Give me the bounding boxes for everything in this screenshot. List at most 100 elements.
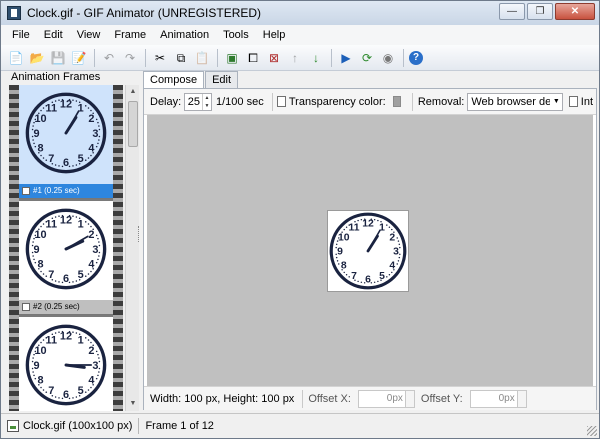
minute-tick — [399, 253, 401, 256]
minute-tick — [95, 145, 98, 148]
scroll-up-arrow[interactable]: ▲ — [126, 85, 140, 99]
hour-numeral: 10 — [34, 113, 46, 125]
hour-numeral: 5 — [379, 271, 385, 282]
status-frame: Frame 1 of 12 — [145, 420, 214, 432]
spin-arrows-icon[interactable]: ▲ ▼ — [202, 93, 211, 110]
minimize-button[interactable]: — — [499, 3, 525, 20]
minute-tick — [90, 386, 92, 389]
offset-x-stepper[interactable] — [405, 389, 415, 408]
delete-frame-icon[interactable]: ⊠ — [265, 49, 283, 67]
toolbar-separator — [145, 48, 146, 67]
undo-icon[interactable]: ↶ — [100, 49, 118, 67]
menu-file[interactable]: File — [5, 29, 37, 41]
minute-tick — [399, 246, 401, 249]
status-separator — [138, 418, 140, 434]
close-button[interactable]: ✕ — [555, 3, 595, 20]
minute-tick — [34, 377, 37, 380]
paste-icon[interactable]: 📋 — [193, 49, 211, 67]
minute-tick — [98, 135, 101, 138]
add-frame-icon[interactable]: ▣ — [223, 49, 241, 67]
offset-x-input[interactable]: 0px — [357, 389, 406, 408]
minute-tick — [84, 159, 87, 161]
removal-dropdown[interactable]: Web browser de ▼ — [467, 92, 564, 111]
settings-icon[interactable]: ◉ — [379, 49, 397, 67]
frame-list[interactable]: 1 2 3 4 5 6 7 8 9 10 11 12 #1 (0.25 sec) 1 2 3 4 5 6 7 8 9 10 1… — [9, 85, 123, 411]
menu-help[interactable]: Help — [256, 29, 293, 41]
removal-value: Web browser de — [471, 95, 551, 108]
tab-compose[interactable]: Compose — [143, 71, 205, 89]
loop-icon[interactable]: ⟳ — [358, 49, 376, 67]
duplicate-frame-icon[interactable]: ⧠ — [244, 49, 262, 67]
minute-tick — [40, 109, 42, 112]
minute-tick — [32, 125, 34, 127]
panel-splitter[interactable] — [138, 226, 141, 242]
frame-list-scrollbar[interactable]: ▲ ▼ — [125, 85, 139, 411]
tab-edit[interactable]: Edit — [205, 71, 239, 88]
move-up-icon[interactable]: ↑ — [286, 49, 304, 67]
delay-stepper[interactable]: 25 ▲ ▼ — [184, 92, 212, 111]
new-file-icon[interactable]: 📄 — [7, 49, 25, 67]
minute-tick — [377, 219, 379, 222]
minute-tick — [45, 159, 48, 161]
toolbar-separator — [217, 48, 218, 67]
minute-tick — [72, 215, 74, 217]
frame-clock-image: 1234567891011 12 — [25, 208, 107, 290]
frame-checkbox[interactable] — [22, 303, 30, 311]
frame-thumbnail[interactable]: 1 2 3 4 5 6 7 8 9 10 11 12 #2 (0.25 sec) — [19, 201, 113, 315]
properties-icon[interactable]: 📝 — [70, 49, 88, 67]
hour-numeral: 3 — [92, 128, 98, 140]
minute-tick — [95, 234, 98, 237]
menu-view[interactable]: View — [70, 29, 108, 41]
menu-edit[interactable]: Edit — [37, 29, 70, 41]
hour-numeral: 5 — [78, 153, 84, 165]
interlace-checkbox[interactable] — [569, 96, 578, 107]
open-file-icon[interactable]: 📂 — [28, 49, 46, 67]
minute-tick — [98, 244, 101, 247]
transparency-color-swatch[interactable] — [392, 96, 402, 107]
hour-numeral: 1 — [78, 218, 84, 230]
title-bar[interactable]: Clock.gif - GIF Animator (UNREGISTERED) … — [1, 1, 599, 25]
minute-tick — [98, 241, 100, 243]
menu-frame[interactable]: Frame — [107, 29, 153, 41]
minute-tick — [396, 263, 398, 265]
image-preview[interactable]: 1 2 3 4 5 6 7 8 9 10 11 12 — [327, 210, 409, 292]
minute-tick — [84, 337, 87, 339]
frame-thumbnail[interactable]: 1 2 3 4 5 6 7 8 9 10 11 12 — [19, 317, 113, 411]
delay-value[interactable]: 25 — [185, 96, 202, 108]
scroll-thumb[interactable] — [128, 101, 138, 147]
frame-checkbox[interactable] — [22, 187, 30, 195]
frame-thumbnail[interactable]: 1 2 3 4 5 6 7 8 9 10 11 12 #1 (0.25 sec) — [19, 85, 113, 199]
minute-tick — [336, 260, 339, 262]
minute-tick — [90, 225, 92, 228]
options-separator — [271, 92, 273, 111]
save-icon[interactable]: 💾 — [49, 49, 67, 67]
hour-numeral: 2 — [88, 345, 94, 357]
hour-numeral: 4 — [88, 374, 94, 386]
minute-tick — [84, 275, 87, 277]
move-down-icon[interactable]: ↓ — [307, 49, 325, 67]
redo-icon[interactable]: ↷ — [121, 49, 139, 67]
copy-icon[interactable]: ⧉ — [172, 49, 190, 67]
offset-y-input[interactable]: 0px — [469, 389, 518, 408]
chevron-down-icon[interactable]: ▼ — [550, 98, 562, 105]
play-icon[interactable]: ▶ — [337, 49, 355, 67]
minute-tick — [54, 280, 57, 282]
minute-tick — [72, 165, 74, 167]
maximize-button[interactable]: ❐ — [527, 3, 553, 20]
cut-icon[interactable]: ✂ — [151, 49, 169, 67]
panel-title: Animation Frames — [11, 71, 101, 83]
minute-tick — [40, 341, 42, 344]
toolbar: 📄 📂 💾 📝 ↶ ↷ ✂ ⧉ 📋 ▣ ⧠ ⊠ ↑ ↓ ▶ ⟳ ◉ ? — [1, 45, 599, 71]
menu-animation[interactable]: Animation — [153, 29, 216, 41]
scroll-down-arrow[interactable]: ▼ — [126, 397, 140, 411]
minute-tick — [360, 281, 363, 284]
hour-numeral: 2 — [88, 229, 94, 241]
minute-tick — [40, 225, 42, 228]
options-separator — [412, 92, 413, 111]
help-icon[interactable]: ? — [409, 50, 423, 65]
resize-grip[interactable] — [587, 426, 597, 436]
transparency-checkbox[interactable] — [277, 96, 286, 107]
offset-y-stepper[interactable] — [517, 389, 527, 408]
menu-tools[interactable]: Tools — [216, 29, 256, 41]
minute-tick — [45, 275, 48, 277]
